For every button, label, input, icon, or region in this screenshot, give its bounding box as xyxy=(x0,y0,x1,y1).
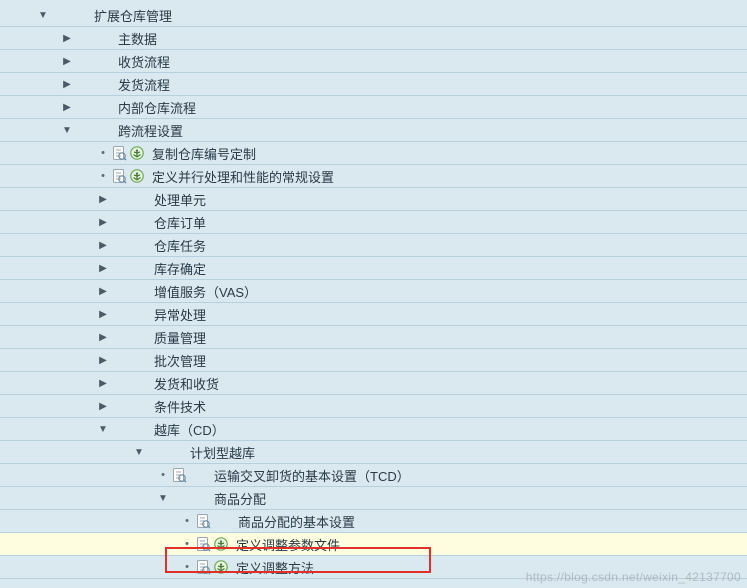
tree-node[interactable]: • 商品分配的基本设置 xyxy=(0,510,747,533)
tree-node-label: 增值服务（VAS） xyxy=(148,282,257,301)
execute-icon[interactable] xyxy=(213,536,229,552)
leaf-marker: • xyxy=(180,515,194,527)
collapse-icon[interactable]: ▼ xyxy=(36,8,50,22)
collapse-icon[interactable]: ▼ xyxy=(156,491,170,505)
expand-icon[interactable]: ▶ xyxy=(96,284,110,298)
document-icon xyxy=(195,536,211,552)
tree-node-label: 定义并行处理和性能的常规设置 xyxy=(146,167,334,186)
expand-icon[interactable]: ▶ xyxy=(96,307,110,321)
tree-node-label: 质量管理 xyxy=(148,328,206,347)
tree-node-label: 处理单元 xyxy=(148,190,206,209)
tree-node[interactable]: ▶ 质量管理 xyxy=(0,326,747,349)
execute-icon[interactable] xyxy=(213,559,229,575)
expand-icon[interactable]: ▶ xyxy=(60,77,74,91)
tree-node-label: 仓库任务 xyxy=(148,236,206,255)
tree-node-label: 定义调整方法 xyxy=(230,558,314,577)
execute-icon[interactable] xyxy=(129,168,145,184)
tree-node-label: 异常处理 xyxy=(148,305,206,324)
tree-node[interactable]: ▶ 收货流程 xyxy=(0,50,747,73)
tree-node-label: 扩展仓库管理 xyxy=(88,6,172,25)
tree-node[interactable]: • 复制仓库编号定制 xyxy=(0,142,747,165)
collapse-icon[interactable]: ▼ xyxy=(96,422,110,436)
document-icon xyxy=(195,513,211,529)
tree-node[interactable]: ▶ 处理单元 xyxy=(0,188,747,211)
tree-node[interactable]: ▼ 商品分配 xyxy=(0,487,747,510)
expand-icon[interactable]: ▶ xyxy=(60,31,74,45)
watermark: https://blog.csdn.net/weixin_42137700 xyxy=(526,570,741,584)
tree-node-label: 计划型越库 xyxy=(184,443,255,462)
expand-icon[interactable]: ▶ xyxy=(96,192,110,206)
tree-node-label: 收货流程 xyxy=(112,52,170,71)
expand-icon[interactable]: ▶ xyxy=(96,261,110,275)
tree-node[interactable]: ▶ 批次管理 xyxy=(0,349,747,372)
tree-node-label: 运输交叉卸货的基本设置（TCD） xyxy=(208,466,410,485)
collapse-icon[interactable]: ▼ xyxy=(132,445,146,459)
expand-icon[interactable]: ▶ xyxy=(60,100,74,114)
tree-node[interactable]: ▶ 主数据 xyxy=(0,27,747,50)
tree-node-label: 仓库订单 xyxy=(148,213,206,232)
document-icon xyxy=(171,467,187,483)
tree-node[interactable]: ▶ 异常处理 xyxy=(0,303,747,326)
document-icon xyxy=(111,145,127,161)
leaf-marker: • xyxy=(96,147,110,159)
tree-node[interactable]: • 定义调整参数文件 xyxy=(0,533,747,556)
tree-node-label: 发货和收货 xyxy=(148,374,219,393)
tree-node[interactable]: ▼ 跨流程设置 xyxy=(0,119,747,142)
execute-icon[interactable] xyxy=(129,145,145,161)
tree-node-label: 商品分配的基本设置 xyxy=(232,512,355,531)
leaf-marker: • xyxy=(180,538,194,550)
tree-node[interactable]: ▼ 越库（CD） xyxy=(0,418,747,441)
tree-node-label: 跨流程设置 xyxy=(112,121,183,140)
expand-icon[interactable]: ▶ xyxy=(96,353,110,367)
leaf-marker: • xyxy=(180,561,194,573)
tree-node[interactable]: ▶ 仓库订单 xyxy=(0,211,747,234)
tree-node[interactable]: ▶ 库存确定 xyxy=(0,257,747,280)
expand-icon[interactable]: ▶ xyxy=(96,238,110,252)
leaf-marker: • xyxy=(156,469,170,481)
tree-node-label: 定义调整参数文件 xyxy=(230,535,340,554)
tree-node[interactable]: • 运输交叉卸货的基本设置（TCD） xyxy=(0,464,747,487)
document-icon xyxy=(195,559,211,575)
expand-icon[interactable]: ▶ xyxy=(96,376,110,390)
tree-node-label: 商品分配 xyxy=(208,489,266,508)
tree-node[interactable]: ▶ 发货流程 xyxy=(0,73,747,96)
expand-icon[interactable]: ▶ xyxy=(96,399,110,413)
tree-node[interactable]: ▶ 仓库任务 xyxy=(0,234,747,257)
tree-node-label: 库存确定 xyxy=(148,259,206,278)
tree-node[interactable]: ▶ 内部仓库流程 xyxy=(0,96,747,119)
tree-node-label: 内部仓库流程 xyxy=(112,98,196,117)
tree-node[interactable]: ▶ 条件技术 xyxy=(0,395,747,418)
tree-node-label: 复制仓库编号定制 xyxy=(146,144,256,163)
tree-node[interactable]: ▶ 增值服务（VAS） xyxy=(0,280,747,303)
leaf-marker: • xyxy=(96,170,110,182)
document-icon xyxy=(111,168,127,184)
tree-node[interactable]: ▼ 扩展仓库管理 xyxy=(0,4,747,27)
tree-node-label: 发货流程 xyxy=(112,75,170,94)
tree-node-label: 批次管理 xyxy=(148,351,206,370)
expand-icon[interactable]: ▶ xyxy=(96,215,110,229)
tree-node[interactable]: • 定义并行处理和性能的常规设置 xyxy=(0,165,747,188)
tree-node[interactable]: ▼ 计划型越库 xyxy=(0,441,747,464)
navigation-tree: ▼扩展仓库管理▶主数据▶收货流程▶发货流程▶内部仓库流程▼跨流程设置•复制仓库编… xyxy=(0,0,747,579)
collapse-icon[interactable]: ▼ xyxy=(60,123,74,137)
tree-node[interactable]: ▶ 发货和收货 xyxy=(0,372,747,395)
expand-icon[interactable]: ▶ xyxy=(60,54,74,68)
tree-node-label: 主数据 xyxy=(112,29,157,48)
expand-icon[interactable]: ▶ xyxy=(96,330,110,344)
tree-node-label: 越库（CD） xyxy=(148,420,225,439)
tree-node-label: 条件技术 xyxy=(148,397,206,416)
